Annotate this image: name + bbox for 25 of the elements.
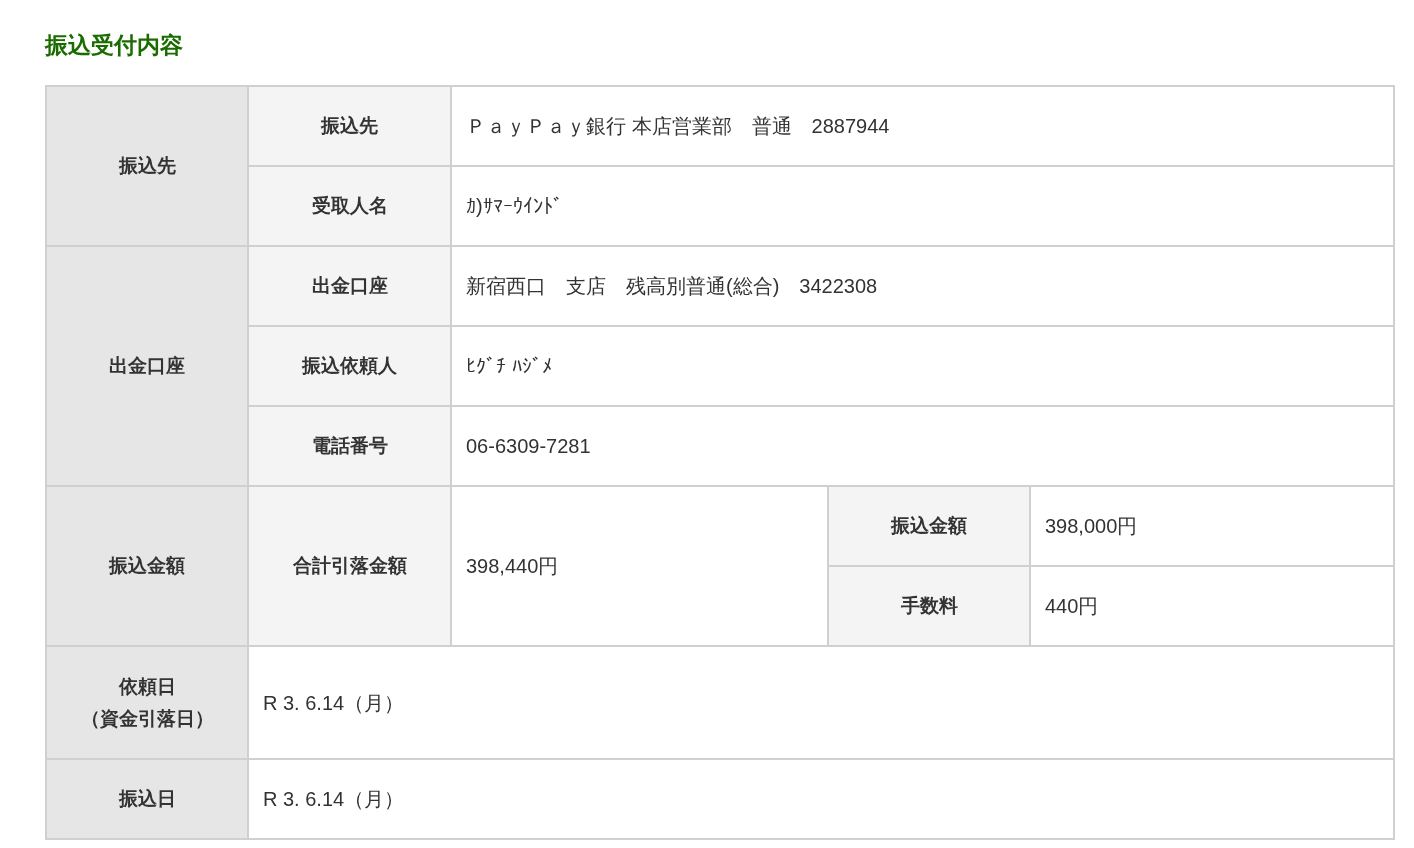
- page-title: 振込受付内容: [45, 31, 184, 60]
- field-value: 398,000円: [1030, 486, 1394, 566]
- field-label: 振込先: [248, 86, 451, 166]
- section-header: 依頼日: [117, 674, 177, 699]
- field-value: ﾋｸﾞﾁ ﾊｼﾞﾒ: [451, 326, 1394, 406]
- section-header: （資金引落日）: [79, 706, 215, 731]
- field-label: 手数料: [828, 566, 1030, 646]
- field-value: 398,440円: [451, 486, 828, 646]
- field-value: 新宿西口 支店 残高別普通(総合) 3422308: [451, 246, 1394, 326]
- field-value: R 3. 6.14（月）: [248, 646, 1394, 759]
- field-label: 電話番号: [248, 406, 451, 486]
- field-value: 440円: [1030, 566, 1394, 646]
- field-label: 受取人名: [248, 166, 451, 246]
- field-label: 合計引落金額: [248, 486, 451, 646]
- section-header: 振込日: [117, 787, 177, 811]
- field-label: 振込依頼人: [248, 326, 451, 406]
- field-value: 06-6309-7281: [451, 406, 1394, 486]
- field-value: R 3. 6.14（月）: [248, 759, 1394, 839]
- field-label: 出金口座: [248, 246, 451, 326]
- section-header: 振込先: [46, 86, 248, 246]
- field-label: 振込金額: [828, 486, 1030, 566]
- section-header: 出金口座: [46, 246, 248, 486]
- section-header: 振込金額: [46, 486, 248, 646]
- field-value: ＰａｙＰａｙ銀行 本店営業部 普通 2887944: [451, 86, 1394, 166]
- field-value: ｶ)ｻﾏｰｳｲﾝﾄﾞ: [451, 166, 1394, 246]
